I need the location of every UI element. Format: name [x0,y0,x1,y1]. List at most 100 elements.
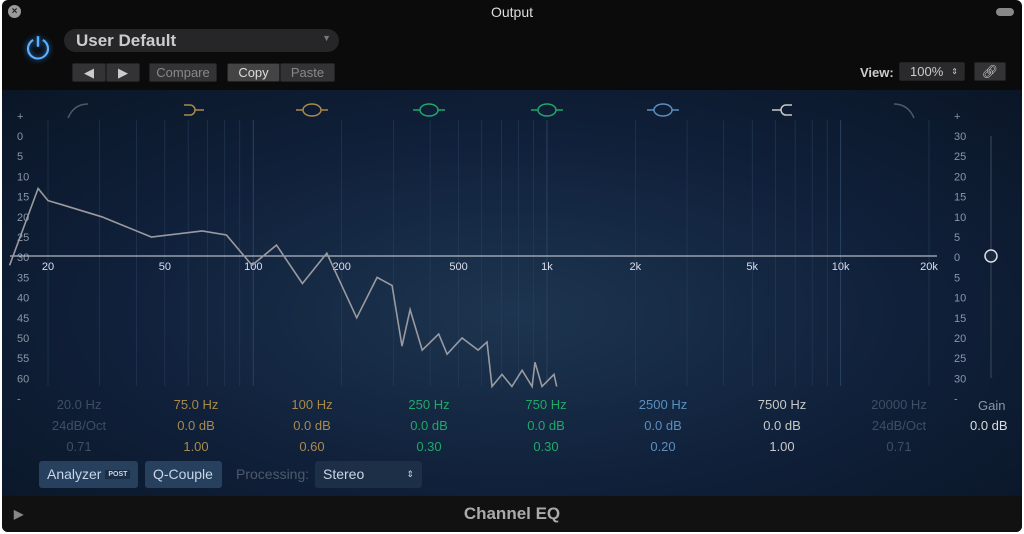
processing-value: Stereo [323,466,365,482]
low-shelf-icon[interactable] [184,104,204,116]
right-scale-label: - [954,394,958,406]
right-scale-label: 5 [954,232,960,244]
gain-label: Gain [978,398,1006,413]
band-8-gain[interactable]: 24dB/Oct [849,418,949,433]
bell-icon[interactable] [296,103,328,117]
analyzer-button[interactable]: Analyzer POST [39,461,139,488]
view-zoom-select[interactable]: 100% ⇕ [899,62,965,81]
band-1-q[interactable]: 0.71 [29,439,129,454]
previous-preset-button[interactable]: ◀ [72,63,106,82]
frequency-label: 100 [244,261,262,273]
band-4-q[interactable]: 0.30 [379,439,479,454]
preset-name: User Default [76,31,177,50]
copy-button[interactable]: Copy [227,63,280,82]
right-scale-label: 15 [954,192,966,204]
left-scale-label: 10 [17,171,29,183]
gain-slider-knob[interactable] [984,249,998,263]
band-3-freq[interactable]: 100 Hz [262,397,362,412]
band-6-freq[interactable]: 2500 Hz [613,397,713,412]
band-8-q[interactable]: 0.71 [849,439,949,454]
bell-icon-path [296,103,328,117]
high-shelf-icon[interactable] [772,104,792,116]
low-shelf-icon-path [184,104,204,116]
low-cut-icon[interactable] [67,103,89,119]
bell-icon[interactable] [413,103,445,117]
q-couple-button[interactable]: Q-Couple [145,461,222,488]
next-preset-button[interactable]: ▶ [106,63,140,82]
analyzer-curve [8,186,558,389]
frequency-label: 1k [541,261,553,273]
band-1-freq[interactable]: 20.0 Hz [29,397,129,412]
eq-graph[interactable]: +051015202530354045505560-+3025201510505… [2,90,1022,496]
right-scale-label: 0 [954,252,960,264]
high-cut-icon-path [893,103,915,119]
left-scale-label: + [17,111,23,123]
high-cut-icon[interactable] [893,103,915,119]
left-scale-label: 5 [17,151,23,163]
window-toggle-button[interactable] [996,8,1014,16]
band-7-q[interactable]: 1.00 [732,439,832,454]
band-3-gain[interactable]: 0.0 dB [262,418,362,433]
disclosure-triangle-icon[interactable]: ▶ [14,496,23,532]
band-4-freq[interactable]: 250 Hz [379,397,479,412]
bell-icon-path [531,103,563,117]
preset-menu[interactable]: User Default ▼ [64,29,339,52]
view-label: View: [860,65,894,80]
right-scale-label: 10 [954,212,966,224]
left-scale-label: 60 [17,373,29,385]
window-title: Output [490,4,534,20]
right-scale-label: 15 [954,313,966,325]
right-scale-label: 20 [954,333,966,345]
compare-button[interactable]: Compare [149,63,217,82]
band-2-gain[interactable]: 0.0 dB [146,418,246,433]
frequency-label: 2k [630,261,642,273]
band-5-q[interactable]: 0.30 [496,439,596,454]
frequency-label: 20k [920,261,938,273]
paste-button[interactable]: Paste [280,63,335,82]
bell-icon-path [647,103,679,117]
link-icon[interactable]: 🔗︎ [974,62,1006,81]
frequency-label: 10k [832,261,850,273]
left-scale-label: 55 [17,353,29,365]
band-2-freq[interactable]: 75.0 Hz [146,397,246,412]
bell-icon[interactable] [647,103,679,117]
band-3-q[interactable]: 0.60 [262,439,362,454]
left-scale-label: 30 [17,252,29,264]
right-scale-label: 10 [954,293,966,305]
right-scale-label: + [954,111,960,123]
plugin-name: Channel EQ [463,504,561,523]
left-scale-label: 50 [17,333,29,345]
right-scale-label: 30 [954,131,966,143]
right-scale-label: 5 [954,272,960,284]
band-6-gain[interactable]: 0.0 dB [613,418,713,433]
band-8-freq[interactable]: 20000 Hz [849,397,949,412]
view-zoom-value: 100% [910,64,944,79]
left-scale-label: 45 [17,313,29,325]
band-5-gain[interactable]: 0.0 dB [496,418,596,433]
band-4-gain[interactable]: 0.0 dB [379,418,479,433]
band-7-gain[interactable]: 0.0 dB [732,418,832,433]
band-2-q[interactable]: 1.00 [146,439,246,454]
processing-select[interactable]: Stereo ⇕ [315,461,422,488]
bell-icon[interactable] [531,103,563,117]
right-scale-label: 25 [954,151,966,163]
post-badge[interactable]: POST [105,470,131,479]
chevron-down-icon: ▼ [322,33,331,43]
right-scale-label: 25 [954,353,966,365]
band-1-gain[interactable]: 24dB/Oct [29,418,129,433]
left-scale-label: 35 [17,272,29,284]
frequency-label: 500 [449,261,467,273]
band-7-freq[interactable]: 7500 Hz [732,397,832,412]
bell-icon-path [413,103,445,117]
band-5-freq[interactable]: 750 Hz [496,397,596,412]
left-scale-label: 0 [17,131,23,143]
analyzer-label: Analyzer [47,466,102,482]
power-icon[interactable]: ⏻ [20,32,56,68]
frequency-label: 20 [42,261,54,273]
frequency-label: 5k [746,261,758,273]
band-6-q[interactable]: 0.20 [613,439,713,454]
left-scale-label: 40 [17,293,29,305]
right-scale-label: 20 [954,171,966,183]
gain-value[interactable]: 0.0 dB [970,418,1008,433]
eq-panel: +0 5 10 15 20 25 30 35 40 45 50 55 60- +30 25 20 15 10 5 0 5… [2,90,1022,496]
